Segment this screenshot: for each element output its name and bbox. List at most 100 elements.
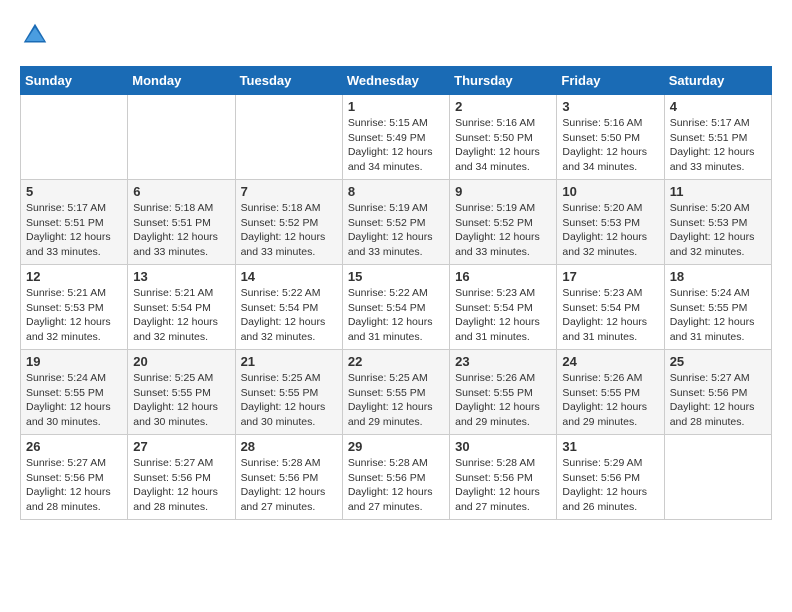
calendar-day-cell: 15 Sunrise: 5:22 AM Sunset: 5:54 PM Dayli… bbox=[342, 265, 449, 350]
calendar-week-row: 5 Sunrise: 5:17 AM Sunset: 5:51 PM Daylig… bbox=[21, 180, 772, 265]
day-sun-info: Sunrise: 5:16 AM Sunset: 5:50 PM Dayligh… bbox=[455, 116, 551, 175]
day-number: 18 bbox=[670, 269, 766, 284]
calendar-header-row: SundayMondayTuesdayWednesdayThursdayFrid… bbox=[21, 67, 772, 95]
day-sun-info: Sunrise: 5:29 AM Sunset: 5:56 PM Dayligh… bbox=[562, 456, 658, 515]
day-sun-info: Sunrise: 5:28 AM Sunset: 5:56 PM Dayligh… bbox=[455, 456, 551, 515]
logo-icon bbox=[20, 20, 50, 50]
calendar-day-cell: 4 Sunrise: 5:17 AM Sunset: 5:51 PM Daylig… bbox=[664, 95, 771, 180]
calendar-day-cell: 29Sunrise: 5:28 AM Sunset: 5:56 PM Dayli… bbox=[342, 435, 449, 520]
day-number: 27 bbox=[133, 439, 229, 454]
day-sun-info: Sunrise: 5:26 AM Sunset: 5:55 PM Dayligh… bbox=[562, 371, 658, 430]
day-sun-info: Sunrise: 5:22 AM Sunset: 5:54 PM Dayligh… bbox=[241, 286, 337, 345]
day-sun-info: Sunrise: 5:23 AM Sunset: 5:54 PM Dayligh… bbox=[562, 286, 658, 345]
day-sun-info: Sunrise: 5:25 AM Sunset: 5:55 PM Dayligh… bbox=[133, 371, 229, 430]
day-sun-info: Sunrise: 5:27 AM Sunset: 5:56 PM Dayligh… bbox=[670, 371, 766, 430]
calendar-day-cell: 30Sunrise: 5:28 AM Sunset: 5:56 PM Dayli… bbox=[450, 435, 557, 520]
day-sun-info: Sunrise: 5:15 AM Sunset: 5:49 PM Dayligh… bbox=[348, 116, 444, 175]
calendar-day-cell: 7 Sunrise: 5:18 AM Sunset: 5:52 PM Daylig… bbox=[235, 180, 342, 265]
day-number: 10 bbox=[562, 184, 658, 199]
calendar-week-row: 12 Sunrise: 5:21 AM Sunset: 5:53 PM Dayli… bbox=[21, 265, 772, 350]
calendar-day-cell: 5 Sunrise: 5:17 AM Sunset: 5:51 PM Daylig… bbox=[21, 180, 128, 265]
day-sun-info: Sunrise: 5:20 AM Sunset: 5:53 PM Dayligh… bbox=[670, 201, 766, 260]
day-of-week-header: Sunday bbox=[21, 67, 128, 95]
calendar-day-cell: 3Sunrise: 5:16 AM Sunset: 5:50 PM Daylig… bbox=[557, 95, 664, 180]
day-number: 2 bbox=[455, 99, 551, 114]
day-number: 5 bbox=[26, 184, 122, 199]
calendar-day-cell bbox=[21, 95, 128, 180]
day-of-week-header: Monday bbox=[128, 67, 235, 95]
calendar-day-cell: 10 Sunrise: 5:20 AM Sunset: 5:53 PM Dayli… bbox=[557, 180, 664, 265]
day-of-week-header: Thursday bbox=[450, 67, 557, 95]
day-sun-info: Sunrise: 5:28 AM Sunset: 5:56 PM Dayligh… bbox=[241, 456, 337, 515]
day-sun-info: Sunrise: 5:24 AM Sunset: 5:55 PM Dayligh… bbox=[26, 371, 122, 430]
day-number: 15 bbox=[348, 269, 444, 284]
calendar-week-row: 1 Sunrise: 5:15 AM Sunset: 5:49 PM Daylig… bbox=[21, 95, 772, 180]
day-sun-info: Sunrise: 5:17 AM Sunset: 5:51 PM Dayligh… bbox=[26, 201, 122, 260]
day-sun-info: Sunrise: 5:27 AM Sunset: 5:56 PM Dayligh… bbox=[133, 456, 229, 515]
day-number: 7 bbox=[241, 184, 337, 199]
day-number: 25 bbox=[670, 354, 766, 369]
calendar-day-cell: 22 Sunrise: 5:25 AM Sunset: 5:55 PM Dayli… bbox=[342, 350, 449, 435]
day-number: 11 bbox=[670, 184, 766, 199]
day-sun-info: Sunrise: 5:20 AM Sunset: 5:53 PM Dayligh… bbox=[562, 201, 658, 260]
day-number: 4 bbox=[670, 99, 766, 114]
day-sun-info: Sunrise: 5:23 AM Sunset: 5:54 PM Dayligh… bbox=[455, 286, 551, 345]
day-number: 24 bbox=[562, 354, 658, 369]
day-of-week-header: Tuesday bbox=[235, 67, 342, 95]
calendar-day-cell: 31 Sunrise: 5:29 AM Sunset: 5:56 PM Dayli… bbox=[557, 435, 664, 520]
calendar-day-cell: 24 Sunrise: 5:26 AM Sunset: 5:55 PM Dayli… bbox=[557, 350, 664, 435]
day-sun-info: Sunrise: 5:25 AM Sunset: 5:55 PM Dayligh… bbox=[241, 371, 337, 430]
day-sun-info: Sunrise: 5:18 AM Sunset: 5:51 PM Dayligh… bbox=[133, 201, 229, 260]
calendar-day-cell: 12 Sunrise: 5:21 AM Sunset: 5:53 PM Dayli… bbox=[21, 265, 128, 350]
day-of-week-header: Friday bbox=[557, 67, 664, 95]
calendar-table: SundayMondayTuesdayWednesdayThursdayFrid… bbox=[20, 66, 772, 520]
day-number: 12 bbox=[26, 269, 122, 284]
day-number: 9 bbox=[455, 184, 551, 199]
calendar-day-cell: 14Sunrise: 5:22 AM Sunset: 5:54 PM Dayli… bbox=[235, 265, 342, 350]
calendar-day-cell bbox=[664, 435, 771, 520]
day-number: 28 bbox=[241, 439, 337, 454]
day-sun-info: Sunrise: 5:17 AM Sunset: 5:51 PM Dayligh… bbox=[670, 116, 766, 175]
day-sun-info: Sunrise: 5:19 AM Sunset: 5:52 PM Dayligh… bbox=[455, 201, 551, 260]
calendar-day-cell: 18Sunrise: 5:24 AM Sunset: 5:55 PM Dayli… bbox=[664, 265, 771, 350]
calendar-day-cell: 13 Sunrise: 5:21 AM Sunset: 5:54 PM Dayli… bbox=[128, 265, 235, 350]
day-number: 13 bbox=[133, 269, 229, 284]
calendar-day-cell: 19 Sunrise: 5:24 AM Sunset: 5:55 PM Dayli… bbox=[21, 350, 128, 435]
calendar-day-cell bbox=[235, 95, 342, 180]
day-sun-info: Sunrise: 5:22 AM Sunset: 5:54 PM Dayligh… bbox=[348, 286, 444, 345]
day-sun-info: Sunrise: 5:25 AM Sunset: 5:55 PM Dayligh… bbox=[348, 371, 444, 430]
calendar-day-cell: 16 Sunrise: 5:23 AM Sunset: 5:54 PM Dayli… bbox=[450, 265, 557, 350]
logo bbox=[20, 20, 54, 50]
day-number: 16 bbox=[455, 269, 551, 284]
day-number: 26 bbox=[26, 439, 122, 454]
calendar-week-row: 19 Sunrise: 5:24 AM Sunset: 5:55 PM Dayli… bbox=[21, 350, 772, 435]
day-number: 19 bbox=[26, 354, 122, 369]
calendar-day-cell: 1 Sunrise: 5:15 AM Sunset: 5:49 PM Daylig… bbox=[342, 95, 449, 180]
day-number: 22 bbox=[348, 354, 444, 369]
day-number: 21 bbox=[241, 354, 337, 369]
calendar-day-cell: 2 Sunrise: 5:16 AM Sunset: 5:50 PM Daylig… bbox=[450, 95, 557, 180]
day-number: 31 bbox=[562, 439, 658, 454]
day-sun-info: Sunrise: 5:28 AM Sunset: 5:56 PM Dayligh… bbox=[348, 456, 444, 515]
calendar-day-cell: 20Sunrise: 5:25 AM Sunset: 5:55 PM Dayli… bbox=[128, 350, 235, 435]
calendar-day-cell: 27 Sunrise: 5:27 AM Sunset: 5:56 PM Dayli… bbox=[128, 435, 235, 520]
day-sun-info: Sunrise: 5:21 AM Sunset: 5:54 PM Dayligh… bbox=[133, 286, 229, 345]
calendar-day-cell: 9 Sunrise: 5:19 AM Sunset: 5:52 PM Daylig… bbox=[450, 180, 557, 265]
day-number: 3 bbox=[562, 99, 658, 114]
day-sun-info: Sunrise: 5:18 AM Sunset: 5:52 PM Dayligh… bbox=[241, 201, 337, 260]
day-sun-info: Sunrise: 5:26 AM Sunset: 5:55 PM Dayligh… bbox=[455, 371, 551, 430]
calendar-day-cell: 25 Sunrise: 5:27 AM Sunset: 5:56 PM Dayli… bbox=[664, 350, 771, 435]
day-sun-info: Sunrise: 5:27 AM Sunset: 5:56 PM Dayligh… bbox=[26, 456, 122, 515]
day-sun-info: Sunrise: 5:21 AM Sunset: 5:53 PM Dayligh… bbox=[26, 286, 122, 345]
calendar-day-cell: 28 Sunrise: 5:28 AM Sunset: 5:56 PM Dayli… bbox=[235, 435, 342, 520]
day-number: 17 bbox=[562, 269, 658, 284]
calendar-day-cell: 11 Sunrise: 5:20 AM Sunset: 5:53 PM Dayli… bbox=[664, 180, 771, 265]
calendar-day-cell: 21 Sunrise: 5:25 AM Sunset: 5:55 PM Dayli… bbox=[235, 350, 342, 435]
calendar-day-cell bbox=[128, 95, 235, 180]
day-number: 1 bbox=[348, 99, 444, 114]
calendar-day-cell: 8Sunrise: 5:19 AM Sunset: 5:52 PM Daylig… bbox=[342, 180, 449, 265]
day-sun-info: Sunrise: 5:19 AM Sunset: 5:52 PM Dayligh… bbox=[348, 201, 444, 260]
calendar-day-cell: 23Sunrise: 5:26 AM Sunset: 5:55 PM Dayli… bbox=[450, 350, 557, 435]
day-of-week-header: Wednesday bbox=[342, 67, 449, 95]
calendar-day-cell: 26 Sunrise: 5:27 AM Sunset: 5:56 PM Dayli… bbox=[21, 435, 128, 520]
